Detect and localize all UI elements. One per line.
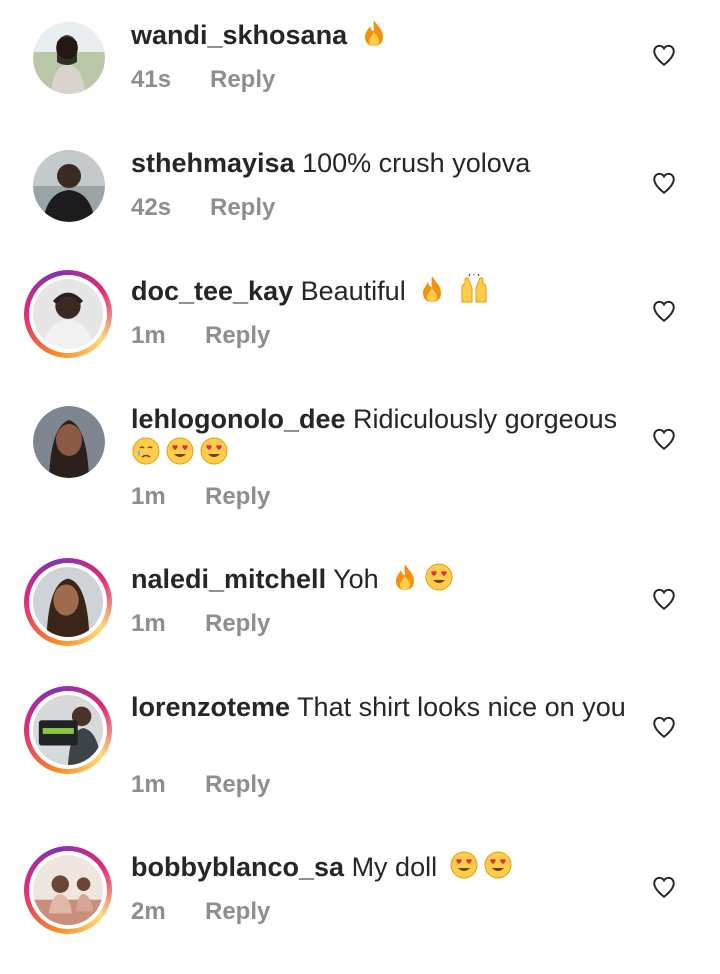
fire-emoji-icon <box>423 276 442 302</box>
comment-text: naledi_mitchell Yoh <box>131 562 631 596</box>
comment-username[interactable]: sthehmayisa <box>131 148 295 178</box>
heart-eyes-emoji-icon <box>450 851 478 879</box>
fire-emoji-icon <box>396 564 415 590</box>
reply-button[interactable]: Reply <box>205 610 270 638</box>
comment-time: 1m <box>131 610 166 637</box>
heart-outline-icon[interactable] <box>651 42 677 68</box>
comment-body: Beautiful <box>300 276 406 306</box>
heart-eyes-emoji-icon <box>425 563 453 591</box>
comment-meta: 1m Reply <box>131 322 270 350</box>
comment-meta: 1m Reply <box>131 483 270 511</box>
reply-button[interactable]: Reply <box>205 322 270 350</box>
avatar-story-ring[interactable] <box>24 270 112 358</box>
comment-time: 41s <box>131 66 172 93</box>
heart-outline-icon[interactable] <box>651 298 677 324</box>
comment-username[interactable]: lorenzoteme <box>131 692 290 722</box>
raising-hands-emoji-icon <box>461 274 487 303</box>
comment-meta: 41s Reply <box>131 66 275 94</box>
avatar-story-ring[interactable] <box>24 846 112 934</box>
comment-username[interactable]: wandi_skhosana <box>131 20 347 50</box>
comment-time: 1m <box>131 322 166 349</box>
avatar-photo <box>33 567 103 637</box>
reply-button[interactable]: Reply <box>205 483 270 511</box>
comment-meta: 2m Reply <box>131 898 270 926</box>
fire-emoji-icon <box>364 20 383 46</box>
comment-username[interactable]: bobbyblanco_sa <box>131 852 344 882</box>
comment-text: lorenzoteme That shirt looks nice on you <box>131 690 631 724</box>
heart-outline-icon[interactable] <box>651 874 677 900</box>
comment-username[interactable]: naledi_mitchell <box>131 564 326 594</box>
comment-username[interactable]: lehlogonolo_dee <box>131 404 346 434</box>
comment-text: doc_tee_kay Beautiful <box>131 274 631 308</box>
comment-body: My doll <box>351 852 438 882</box>
crying-face-emoji-icon <box>132 437 160 465</box>
comment-text: bobbyblanco_sa My doll <box>131 850 631 884</box>
comment-time: 1m <box>131 771 166 798</box>
comment-meta: 1m Reply <box>131 771 270 799</box>
comment-text: lehlogonolo_dee Ridiculously gorgeous <box>131 402 631 470</box>
avatar-photo <box>33 22 105 94</box>
comment-text: sthehmayisa 100% crush yolova <box>131 146 631 180</box>
avatar-story-ring[interactable] <box>24 558 112 646</box>
avatar-photo <box>33 150 105 222</box>
heart-outline-icon[interactable] <box>651 426 677 452</box>
avatar-photo <box>33 695 103 765</box>
comments-list: wandi_skhosana 41s Reply sthehmayisa 100… <box>0 0 720 974</box>
reply-button[interactable]: Reply <box>210 66 275 94</box>
heart-eyes-emoji-icon <box>166 437 194 465</box>
avatar-story-ring[interactable] <box>24 686 112 774</box>
comment-meta: 42s Reply <box>131 194 275 222</box>
comment-time: 1m <box>131 483 166 510</box>
avatar[interactable] <box>33 22 105 94</box>
avatar[interactable] <box>33 150 105 222</box>
heart-eyes-emoji-icon <box>200 437 228 465</box>
comment-body: That shirt looks nice on you <box>297 692 626 722</box>
avatar-photo <box>33 406 105 478</box>
reply-button[interactable]: Reply <box>205 771 270 799</box>
avatar-photo <box>33 279 103 349</box>
comment-body: Yoh <box>333 564 379 594</box>
comment-body: 100% crush yolova <box>302 148 531 178</box>
avatar[interactable] <box>33 406 105 478</box>
comment-time: 42s <box>131 194 172 221</box>
reply-button[interactable]: Reply <box>210 194 275 222</box>
heart-outline-icon[interactable] <box>651 714 677 740</box>
avatar-photo <box>33 855 103 925</box>
comment-time: 2m <box>131 898 166 925</box>
heart-eyes-emoji-icon <box>484 851 512 879</box>
heart-outline-icon[interactable] <box>651 170 677 196</box>
comment-body: Ridiculously gorgeous <box>353 404 618 434</box>
comment-text: wandi_skhosana <box>131 18 631 52</box>
comment-username[interactable]: doc_tee_kay <box>131 276 293 306</box>
comment-meta: 1m Reply <box>131 610 270 638</box>
reply-button[interactable]: Reply <box>205 898 270 926</box>
heart-outline-icon[interactable] <box>651 586 677 612</box>
